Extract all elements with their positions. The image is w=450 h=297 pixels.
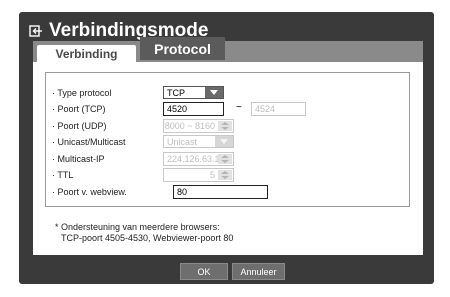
connection-mode-dialog: Verbindingsmode Verbinding Protocol · Ty… bbox=[19, 12, 434, 284]
poort-udp-value: 8000 ~ 8160 bbox=[164, 121, 215, 131]
poort-webview-label: · Poort v. webview. bbox=[52, 187, 127, 197]
poort-tcp-input[interactable]: 4520 bbox=[163, 102, 224, 116]
type-protocol-value: TCP bbox=[167, 87, 185, 98]
tab-strip: Verbinding Protocol bbox=[33, 37, 423, 62]
cancel-button[interactable]: Annuleer bbox=[232, 263, 285, 280]
range-separator: ~ bbox=[236, 102, 242, 113]
poort-tcp-end-field: 4524 bbox=[251, 102, 306, 116]
settings-group: · Type protocol TCP · Poort (TCP) 4520 ~… bbox=[45, 72, 410, 207]
multicast-ip-label: · Multicast-IP bbox=[52, 154, 105, 164]
spinner-arrows-icon bbox=[218, 121, 232, 131]
unicast-multicast-select: Unicast bbox=[163, 135, 234, 148]
chevron-down-icon bbox=[215, 136, 233, 147]
poort-udp-label: · Poort (UDP) bbox=[52, 121, 107, 131]
spinner-arrows-icon bbox=[218, 154, 232, 164]
tab-panel: · Type protocol TCP · Poort (TCP) 4520 ~… bbox=[33, 62, 423, 255]
chevron-down-icon bbox=[205, 87, 223, 98]
poort-webview-input[interactable]: 80 bbox=[173, 185, 268, 199]
network-return-icon bbox=[29, 24, 43, 38]
ttl-value: 5 bbox=[209, 170, 215, 180]
spinner-arrows-icon bbox=[218, 170, 232, 180]
type-protocol-select[interactable]: TCP bbox=[163, 86, 224, 99]
tab-protocol[interactable]: Protocol bbox=[140, 37, 225, 60]
poort-tcp-label: · Poort (TCP) bbox=[52, 104, 106, 114]
ttl-label: · TTL bbox=[52, 170, 74, 180]
ttl-field: 5 bbox=[163, 168, 234, 182]
tab-verbinding[interactable]: Verbinding bbox=[37, 45, 136, 62]
unicast-multicast-label: · Unicast/Multicast bbox=[52, 137, 126, 147]
note-line-1: * Ondersteuning van meerdere browsers: bbox=[55, 222, 220, 232]
multicast-ip-field: 224.126.63.1 bbox=[163, 152, 234, 166]
ok-button[interactable]: OK bbox=[180, 263, 228, 280]
poort-udp-field: 8000 ~ 8160 bbox=[163, 119, 234, 133]
note-line-2: TCP-poort 4505-4530, Webviewer-poort 80 bbox=[61, 233, 234, 243]
multicast-ip-value: 224.126.63.1 bbox=[167, 154, 220, 164]
unicast-multicast-value: Unicast bbox=[167, 136, 198, 147]
type-protocol-label: · Type protocol bbox=[52, 88, 112, 98]
browser-support-note: * Ondersteuning van meerdere browsers: T… bbox=[55, 222, 233, 244]
